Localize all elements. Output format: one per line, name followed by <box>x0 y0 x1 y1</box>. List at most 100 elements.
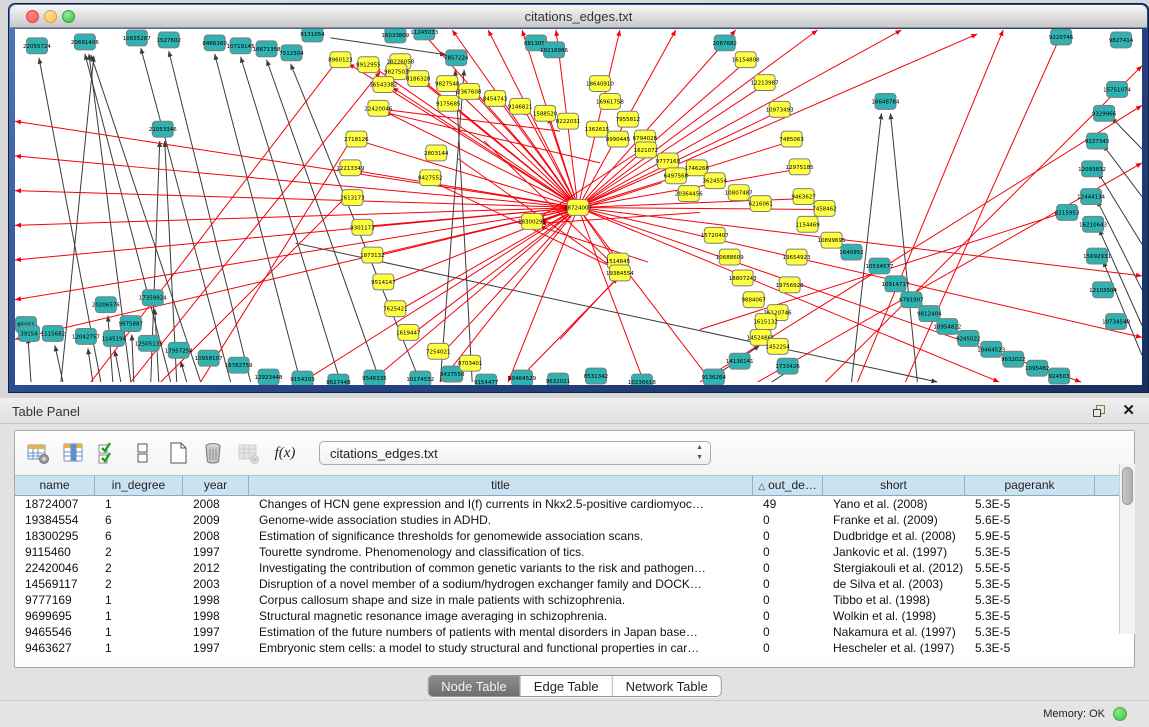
table-row[interactable]: 1872400712008Changes of HCN gene express… <box>15 496 1134 512</box>
graph-node[interactable]: 10688609 <box>716 249 744 265</box>
graph-node[interactable]: 9227343 <box>1085 133 1110 149</box>
graph-node[interactable]: 1615132 <box>753 314 777 330</box>
memory-status-indicator[interactable] <box>1113 707 1127 721</box>
graph-node[interactable]: 9884067 <box>741 292 766 308</box>
graph-node[interactable]: 22420046 <box>364 100 392 116</box>
graph-node[interactable]: 10973493 <box>766 101 794 117</box>
cell-year[interactable]: 2008 <box>183 528 249 544</box>
cell-year[interactable]: 2012 <box>183 560 249 576</box>
graph-node[interactable]: 16782759 <box>225 357 253 373</box>
cell-short[interactable]: Stergiakouli et al. (2012) <box>823 560 965 576</box>
cell-year[interactable]: 1998 <box>183 608 249 624</box>
graph-node[interactable]: 1362615 <box>585 121 609 137</box>
select-mode-icon[interactable] <box>95 440 121 466</box>
graph-node[interactable]: 7458462 <box>812 201 836 217</box>
graph-node[interactable]: 18807243 <box>729 270 757 286</box>
cell-pagerank[interactable]: 5.3E-5 <box>965 496 1095 512</box>
cell-short[interactable]: Jankovic et al. (1997) <box>823 544 965 560</box>
graph-node[interactable]: 9632021 <box>546 373 570 385</box>
cell-out_de[interactable]: 0 <box>753 560 823 576</box>
cell-short[interactable]: Tibbo et al. (1998) <box>823 592 965 608</box>
graph-node[interactable]: 8427552 <box>418 170 442 186</box>
graph-node[interactable]: 10899695 <box>818 232 846 248</box>
cell-pagerank[interactable]: 5.6E-5 <box>965 512 1095 528</box>
cell-title[interactable]: Disruption of a novel member of a sodium… <box>249 576 753 592</box>
cell-name[interactable]: 9465546 <box>15 624 95 640</box>
scrollbar-thumb[interactable] <box>1122 467 1133 505</box>
cell-in_degree[interactable]: 1 <box>95 608 183 624</box>
graph-node[interactable]: 7485063 <box>779 131 804 147</box>
cell-in_degree[interactable]: 2 <box>95 544 183 560</box>
graph-node[interactable]: 10734540 <box>1102 314 1130 330</box>
cell-year[interactable]: 2008 <box>183 496 249 512</box>
graph-node[interactable]: 9463627 <box>791 189 816 205</box>
graph-node[interactable]: 19756928 <box>776 277 804 293</box>
table-row[interactable]: 1830029562008Estimation of significance … <box>15 528 1134 544</box>
graph-node[interactable]: 12093832 <box>1078 161 1106 177</box>
cell-name[interactable]: 9115460 <box>15 544 95 560</box>
column-header-year[interactable]: year <box>183 476 249 495</box>
cell-in_degree[interactable]: 1 <box>95 592 183 608</box>
graph-node[interactable]: 7254021 <box>426 343 450 359</box>
cell-title[interactable]: Estimation of the future numbers of pati… <box>249 624 753 640</box>
cell-name[interactable]: 9777169 <box>15 592 95 608</box>
cell-in_degree[interactable]: 1 <box>95 624 183 640</box>
graph-node[interactable]: 16671358 <box>253 41 281 57</box>
graph-node[interactable]: 9175685 <box>436 95 460 111</box>
cell-name[interactable]: 22420046 <box>15 560 95 576</box>
cell-in_degree[interactable]: 2 <box>95 576 183 592</box>
graph-node[interactable]: 20691406 <box>71 34 99 50</box>
graph-node[interactable]: 17957254 <box>165 342 193 358</box>
graph-node[interactable]: 2367608 <box>457 84 482 100</box>
cell-short[interactable]: Dudbridge et al. (2008) <box>823 528 965 544</box>
graph-node[interactable]: 18300295 <box>518 213 546 229</box>
graph-node[interactable]: 1621072 <box>634 142 658 158</box>
table-row[interactable]: 1456911722003Disruption of a novel membe… <box>15 576 1134 592</box>
cell-pagerank[interactable]: 5.5E-5 <box>965 560 1095 576</box>
graph-node[interactable]: 1873132 <box>360 247 384 263</box>
graph-node[interactable]: 9827414 <box>1109 32 1134 48</box>
graph-node[interactable]: 6497568 <box>664 168 689 184</box>
column-header-pagerank[interactable]: pagerank <box>965 476 1095 495</box>
cell-title[interactable]: Structural magnetic resonance image aver… <box>249 608 753 624</box>
graph-node[interactable]: 8960123 <box>328 52 353 68</box>
graph-node[interactable]: 2087682 <box>713 35 737 51</box>
table-row[interactable]: 911546021997Tourette syndrome. Phenomeno… <box>15 544 1134 560</box>
graph-node[interactable]: 8131054 <box>300 29 325 42</box>
network-canvas[interactable]: 2205572420691406106552871527602846616010… <box>15 29 1142 385</box>
graph-node[interactable]: 15720407 <box>701 227 729 243</box>
network-window-titlebar[interactable]: citations_edges.txt <box>10 5 1147 28</box>
table-row[interactable]: 946554611997Estimation of the future num… <box>15 624 1134 640</box>
graph-node[interactable]: 3624554 <box>703 173 728 189</box>
graph-node[interactable]: 9546335 <box>362 370 386 385</box>
graph-node[interactable]: 15751074 <box>1103 82 1131 98</box>
graph-node[interactable]: 924503 <box>1049 368 1070 384</box>
graph-node[interactable]: 1619447 <box>396 325 421 341</box>
graph-node[interactable]: 1733426 <box>775 358 800 374</box>
graph-node[interactable]: 2613173 <box>340 190 365 206</box>
column-display-icon[interactable] <box>60 440 86 466</box>
graph-node[interactable]: 7857224 <box>444 50 469 66</box>
cell-short[interactable]: Yano et al. (2008) <box>823 496 965 512</box>
cell-pagerank[interactable]: 5.3E-5 <box>965 592 1095 608</box>
cell-in_degree[interactable]: 6 <box>95 512 183 528</box>
cell-title[interactable]: Investigating the contribution of common… <box>249 560 753 576</box>
tab-node-table[interactable]: Node Table <box>428 676 520 696</box>
graph-node[interactable]: 1145194 <box>102 330 127 346</box>
graph-node[interactable]: 8531342 <box>584 368 608 384</box>
cell-short[interactable]: Wolkin et al. (1998) <box>823 608 965 624</box>
cell-out_de[interactable]: 0 <box>753 576 823 592</box>
cell-year[interactable]: 2003 <box>183 576 249 592</box>
graph-node[interactable]: 7512304 <box>279 45 304 61</box>
graph-node[interactable]: 10954822 <box>933 319 961 335</box>
graph-node[interactable]: 21053346 <box>149 121 177 137</box>
graph-node[interactable]: 1154469 <box>795 216 820 232</box>
close-icon[interactable]: ✕ <box>1122 401 1135 419</box>
cell-name[interactable]: 14569117 <box>15 576 95 592</box>
graph-node[interactable]: 8222031 <box>556 113 580 129</box>
graph-node[interactable]: 9136264 <box>702 369 727 385</box>
graph-node[interactable]: 8186328 <box>406 71 431 87</box>
graph-node[interactable]: 7955812 <box>616 111 640 127</box>
graph-node[interactable]: 2803144 <box>424 145 449 161</box>
graph-node[interactable]: 19654923 <box>783 249 811 265</box>
